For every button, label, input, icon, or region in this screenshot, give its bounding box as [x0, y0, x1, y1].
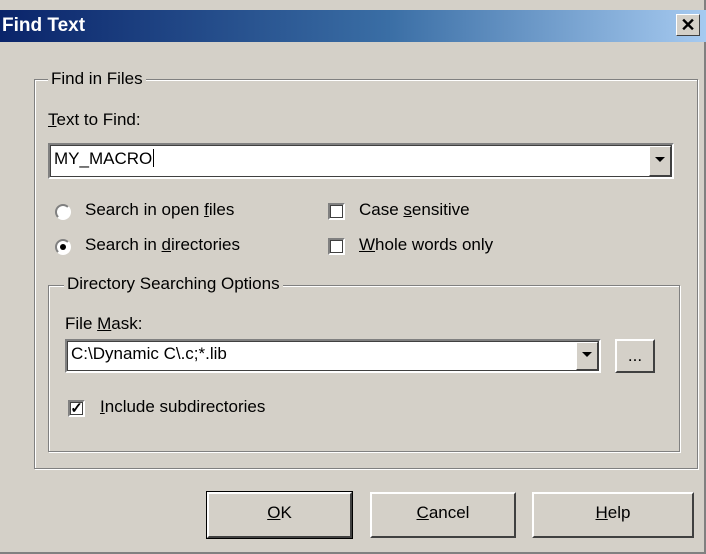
text-to-find-dropdown-button[interactable]: [649, 146, 671, 176]
whole-words-checkbox[interactable]: [328, 238, 345, 255]
title-bar[interactable]: Find Text ✕: [0, 10, 706, 42]
text-to-find-input[interactable]: MY_MACRO: [54, 149, 155, 169]
text-to-find-label: Text to Find:: [48, 110, 141, 129]
chevron-down-icon: [582, 352, 592, 357]
help-button[interactable]: Help: [532, 492, 694, 538]
radio-selected-dot: [60, 244, 66, 250]
find-in-files-legend: Find in Files: [48, 69, 146, 89]
directory-options-legend: Directory Searching Options: [64, 274, 283, 294]
file-mask-dropdown-button[interactable]: [576, 342, 598, 370]
cancel-button-label: Cancel: [416, 503, 470, 522]
close-icon: ✕: [680, 15, 696, 35]
case-sensitive-checkbox[interactable]: [328, 203, 345, 220]
search-directories-label[interactable]: Search in directories: [85, 235, 240, 255]
cancel-button[interactable]: Cancel: [370, 492, 516, 538]
text-to-find-combo[interactable]: MY_MACRO: [48, 143, 674, 179]
include-subdirectories-label[interactable]: Include subdirectories: [100, 397, 265, 417]
search-open-files-label[interactable]: Search in open files: [85, 200, 234, 220]
close-button[interactable]: ✕: [676, 14, 700, 36]
search-open-files-radio[interactable]: [55, 204, 71, 220]
whole-words-label[interactable]: Whole words only: [359, 235, 493, 255]
file-mask-input[interactable]: C:\Dynamic C\.c;*.lib: [71, 344, 227, 364]
include-subdirectories-checkbox[interactable]: ✓: [68, 400, 85, 417]
chevron-down-icon: [655, 157, 665, 162]
search-directories-radio[interactable]: [55, 239, 71, 255]
ok-button-label: OK: [267, 503, 292, 522]
file-mask-combo[interactable]: C:\Dynamic C\.c;*.lib: [65, 339, 601, 373]
browse-button-label: ...: [627, 346, 643, 365]
browse-button[interactable]: ...: [615, 339, 655, 373]
check-icon: ✓: [70, 400, 83, 417]
window-title: Find Text: [2, 15, 86, 36]
text-caret: [153, 149, 155, 167]
ok-button[interactable]: OK: [206, 491, 353, 539]
case-sensitive-label[interactable]: Case sensitive: [359, 200, 470, 220]
find-text-dialog: Find Text ✕ Find in Files Text to Find: …: [0, 0, 706, 554]
help-button-label: Help: [595, 503, 631, 522]
file-mask-label: File Mask:: [65, 314, 143, 333]
